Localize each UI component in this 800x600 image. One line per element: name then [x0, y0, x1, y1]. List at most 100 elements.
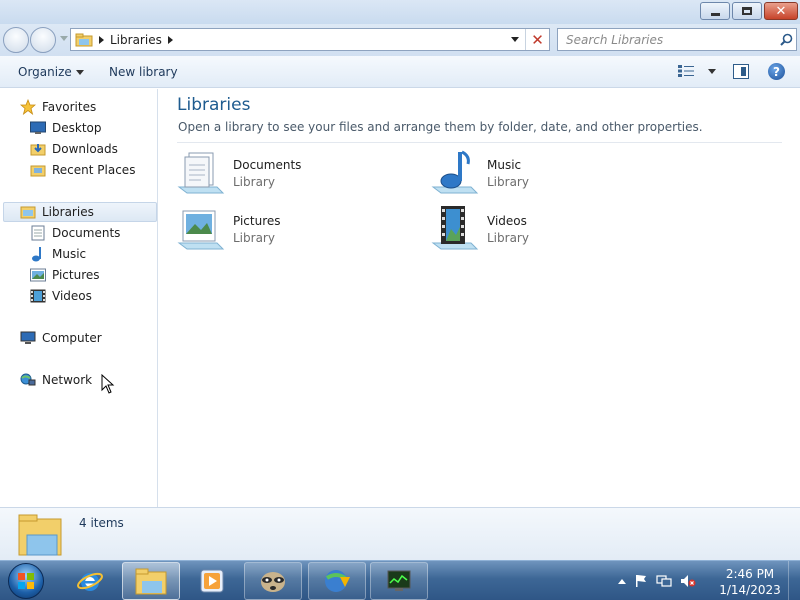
- library-type: Library: [487, 175, 529, 189]
- downloads-folder-icon: [30, 141, 46, 157]
- show-hidden-icons-icon[interactable]: [618, 578, 626, 584]
- organize-label: Organize: [18, 65, 72, 79]
- new-library-button[interactable]: New library: [109, 65, 178, 79]
- documents-icon: [30, 225, 46, 241]
- library-type: Library: [487, 231, 529, 245]
- videos-library-icon: [431, 206, 479, 250]
- address-dropdown-icon[interactable]: [511, 37, 519, 42]
- search-input[interactable]: [566, 29, 776, 50]
- nav-documents[interactable]: Documents: [30, 223, 120, 243]
- nav-favorites[interactable]: Favorites: [20, 97, 96, 117]
- library-item-music[interactable]: Music Library: [431, 149, 529, 197]
- nav-downloads[interactable]: Downloads: [30, 139, 118, 159]
- nav-network-label: Network: [42, 373, 93, 387]
- taskbar-windows-explorer[interactable]: [122, 562, 180, 600]
- change-view-button[interactable]: [678, 64, 716, 78]
- content-area[interactable]: Libraries Open a library to see your fil…: [159, 89, 800, 507]
- clock[interactable]: 2:46 PM 1/14/2023: [716, 566, 784, 598]
- taskbar-task-manager[interactable]: [370, 562, 428, 600]
- nav-videos[interactable]: Videos: [30, 286, 92, 306]
- nav-computer-label: Computer: [42, 331, 102, 345]
- view-options-icon: [678, 65, 694, 77]
- volume-muted-icon[interactable]: [680, 574, 696, 588]
- music-note-icon: [30, 246, 46, 262]
- minimize-icon: [710, 12, 720, 16]
- breadcrumb-separator-icon[interactable]: [99, 35, 104, 44]
- restore-button[interactable]: [732, 2, 762, 20]
- close-button[interactable]: ✕: [764, 2, 798, 20]
- organize-button[interactable]: Organize: [18, 65, 84, 79]
- nav-libraries[interactable]: Libraries: [3, 202, 157, 222]
- page-subtitle: Open a library to see your files and arr…: [178, 120, 703, 134]
- show-desktop-button[interactable]: [788, 561, 800, 600]
- nav-documents-label: Documents: [52, 226, 121, 240]
- address-row: Libraries ✕: [0, 24, 800, 56]
- windows-logo-icon: [18, 573, 34, 589]
- clock-time: 2:46 PM: [725, 567, 775, 581]
- mouse-cursor-icon: [101, 374, 115, 394]
- library-name: Pictures: [233, 214, 281, 228]
- minimize-button[interactable]: [700, 2, 730, 20]
- preview-pane-icon[interactable]: [733, 64, 749, 79]
- nav-libraries-label: Libraries: [42, 205, 94, 219]
- taskbar-raccoon-app[interactable]: [244, 562, 302, 600]
- pictures-library-icon: [177, 210, 225, 250]
- library-name: Documents: [233, 158, 302, 172]
- documents-library-icon: [177, 152, 225, 194]
- library-item-pictures[interactable]: Pictures Library: [177, 205, 281, 253]
- nav-favorites-label: Favorites: [42, 100, 97, 114]
- clear-address-icon[interactable]: ✕: [525, 29, 549, 50]
- views-chevron-down-icon: [708, 68, 716, 74]
- start-button[interactable]: [8, 563, 44, 599]
- download-globe-icon: [325, 570, 350, 592]
- film-strip-icon: [30, 288, 46, 304]
- nav-computer[interactable]: Computer: [20, 328, 102, 348]
- library-item-documents[interactable]: Documents Library: [177, 149, 301, 197]
- library-item-videos[interactable]: Videos Library: [431, 205, 529, 253]
- recent-places-icon: [30, 162, 46, 178]
- nav-pictures-label: Pictures: [52, 268, 100, 282]
- header-divider: [177, 142, 782, 143]
- library-name: Videos: [487, 214, 527, 228]
- back-button[interactable]: [3, 27, 29, 53]
- nav-pictures[interactable]: Pictures: [30, 265, 100, 285]
- nav-recent-places[interactable]: Recent Places: [30, 160, 135, 180]
- nav-music[interactable]: Music: [30, 244, 86, 264]
- recent-pages-dropdown[interactable]: [60, 36, 68, 41]
- library-type: Library: [233, 231, 275, 245]
- details-pane: 4 items: [0, 507, 800, 560]
- pictures-icon: [30, 267, 46, 283]
- search-box[interactable]: [557, 28, 797, 51]
- network-status-icon[interactable]: [656, 574, 672, 588]
- taskbar-internet-explorer[interactable]: [61, 562, 119, 600]
- nav-downloads-label: Downloads: [52, 142, 118, 156]
- help-icon[interactable]: ?: [768, 63, 785, 80]
- page-title: Libraries: [177, 95, 251, 115]
- monitor-chart-icon: [387, 570, 411, 591]
- taskbar-media-player[interactable]: [183, 562, 241, 600]
- libraries-icon: [20, 204, 36, 220]
- library-type: Library: [233, 175, 275, 189]
- taskbar-download-manager[interactable]: [308, 562, 366, 600]
- breadcrumb-chevron-icon[interactable]: [167, 35, 173, 44]
- nav-network[interactable]: Network: [20, 370, 92, 390]
- address-bar[interactable]: Libraries ✕: [70, 28, 550, 51]
- title-bar: ✕: [0, 0, 800, 24]
- action-center-flag-icon[interactable]: [634, 574, 648, 588]
- breadcrumb-libraries[interactable]: Libraries: [110, 33, 162, 47]
- libraries-folder-icon: [18, 514, 62, 556]
- search-icon[interactable]: [776, 30, 796, 50]
- folder-icon: [135, 568, 167, 595]
- raccoon-icon: [261, 572, 285, 592]
- nav-recent-places-label: Recent Places: [52, 163, 136, 177]
- nav-desktop[interactable]: Desktop: [30, 118, 102, 138]
- navigation-pane[interactable]: Favorites Desktop Downloads Recent Place…: [0, 89, 158, 507]
- forward-button[interactable]: [30, 27, 56, 53]
- item-count: 4 items: [79, 516, 124, 530]
- restore-icon: [742, 7, 752, 15]
- media-player-icon: [200, 569, 224, 593]
- library-name: Music: [487, 158, 522, 172]
- close-icon: ✕: [775, 3, 787, 19]
- star-icon: [20, 99, 36, 115]
- system-tray: [618, 561, 696, 600]
